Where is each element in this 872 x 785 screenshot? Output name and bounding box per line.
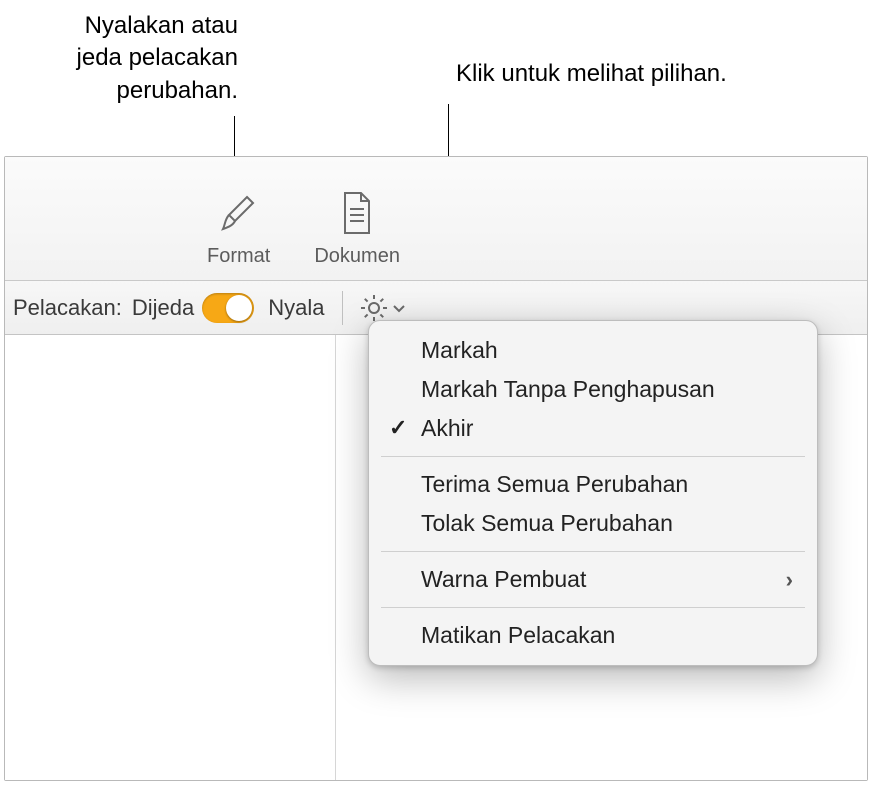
document-button-label: Dokumen [314,245,400,268]
menu-item-final[interactable]: ✓ Akhir [369,409,817,448]
format-button[interactable]: Format [201,179,276,280]
menu-separator [381,607,805,608]
menu-item-label: Tolak Semua Perubahan [421,510,673,537]
callout-right-text: Klik untuk melihat pilihan. [456,60,727,87]
callout-right: Klik untuk melihat pilihan. [456,58,727,90]
separator [342,291,343,325]
document-split-line [335,335,336,780]
menu-item-label: Markah [421,337,498,364]
menu-item-author-color[interactable]: Warna Pembuat › [369,560,817,599]
tracking-status-on: Nyala [262,295,332,321]
menu-item-label: Terima Semua Perubahan [421,471,688,498]
menu-item-label: Markah Tanpa Penghapusan [421,376,715,403]
menu-separator [381,456,805,457]
tracking-toggle-knob [226,295,252,321]
main-toolbar: Format Dokumen [5,157,867,281]
menu-item-turn-off-tracking[interactable]: Matikan Pelacakan [369,616,817,655]
chevron-down-icon [391,300,407,316]
tracking-status-paused: Dijeda [132,295,194,321]
document-icon [331,187,383,239]
menu-separator [381,551,805,552]
format-button-label: Format [207,245,270,268]
menu-item-markup[interactable]: Markah [369,331,817,370]
document-button[interactable]: Dokumen [308,179,406,280]
paintbrush-icon [213,187,265,239]
menu-item-label: Warna Pembuat [421,566,586,593]
chevron-right-icon: › [786,567,793,593]
tracking-options-menu: Markah Markah Tanpa Penghapusan ✓ Akhir … [368,320,818,666]
tracking-toggle[interactable] [202,293,254,323]
tracking-label: Pelacakan: [13,295,124,321]
menu-item-label: Matikan Pelacakan [421,622,615,649]
menu-item-markup-no-deletions[interactable]: Markah Tanpa Penghapusan [369,370,817,409]
callout-left-text: Nyalakan atau jeda pelacakan perubahan. [77,12,238,104]
menu-item-reject-all[interactable]: Tolak Semua Perubahan [369,504,817,543]
gear-icon [359,293,389,323]
checkmark-icon: ✓ [389,415,407,441]
menu-item-accept-all[interactable]: Terima Semua Perubahan [369,465,817,504]
callout-left: Nyalakan atau jeda pelacakan perubahan. [38,10,238,107]
annotation-callouts: Nyalakan atau jeda pelacakan perubahan. … [0,0,872,130]
menu-item-label: Akhir [421,415,473,442]
